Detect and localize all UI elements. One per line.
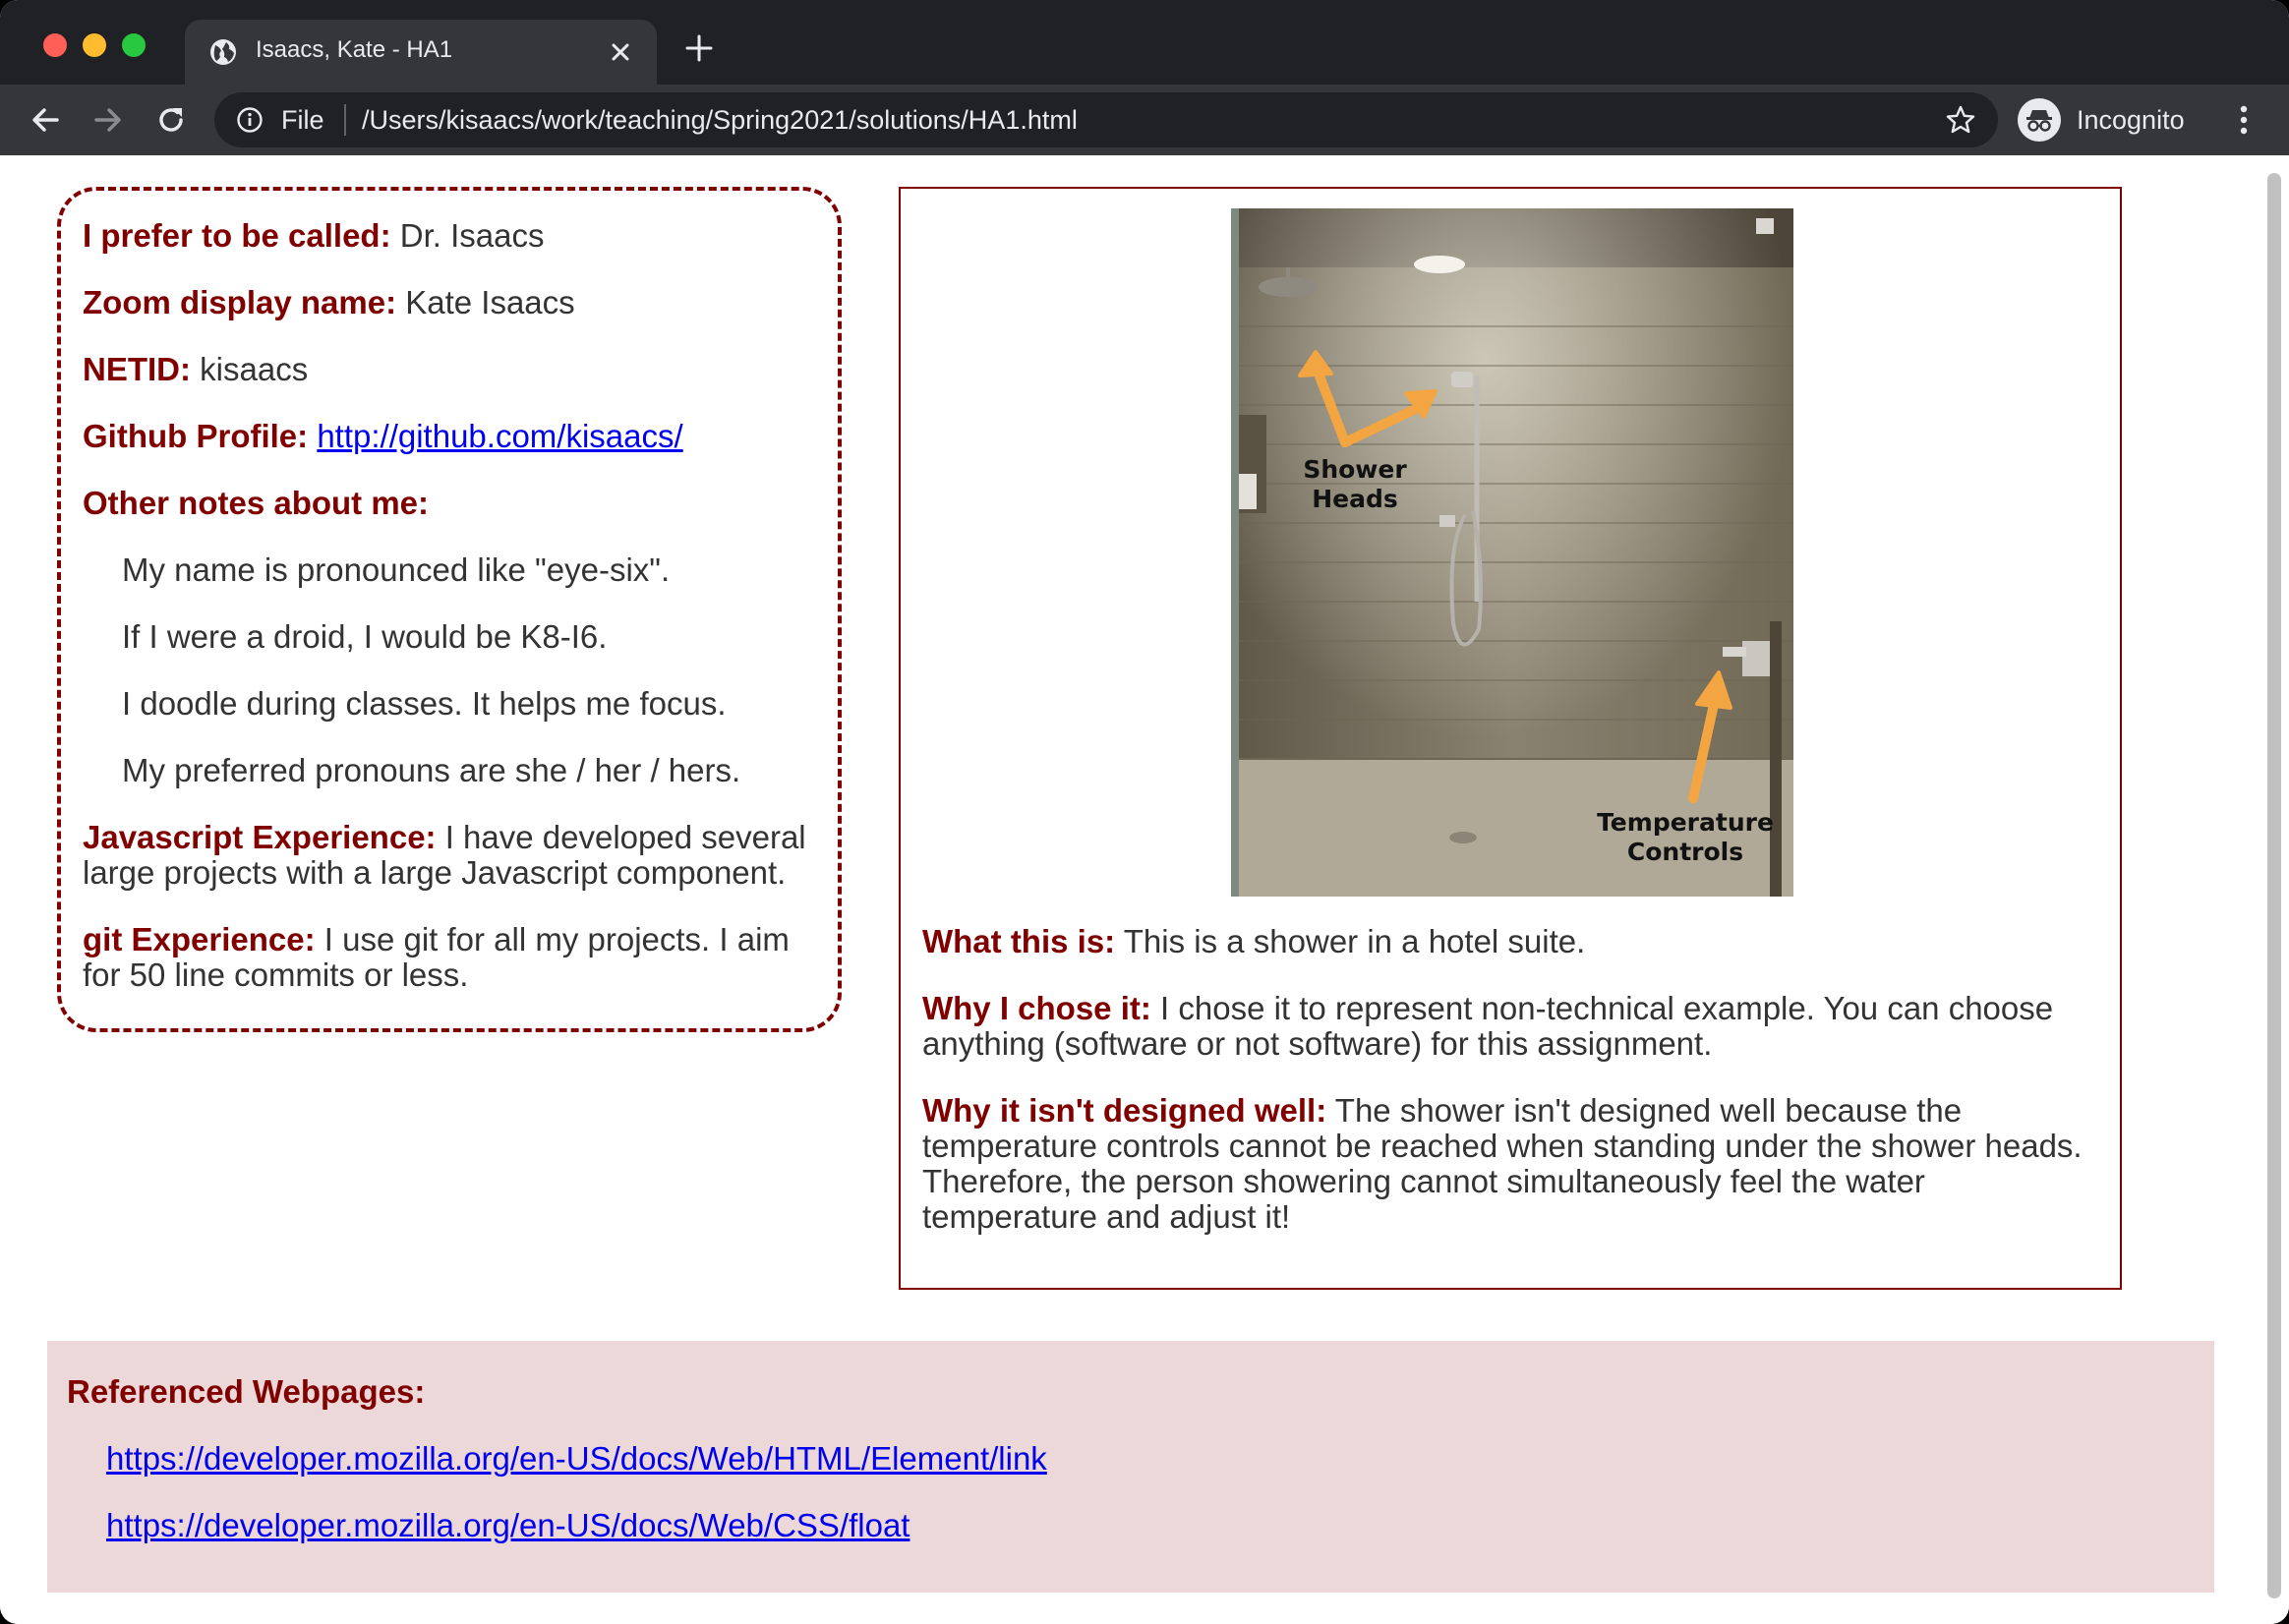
reference-link[interactable]: https://developer.mozilla.org/en-US/docs… — [106, 1440, 1047, 1477]
info-icon[interactable] — [236, 106, 264, 134]
git-experience-row: git Experience: I use git for all my pro… — [83, 922, 816, 993]
incognito-profile-button[interactable]: Incognito — [2014, 92, 2201, 147]
browser-toolbar: File /Users/kisaacs/work/teaching/Spring… — [0, 85, 2289, 155]
bookmark-star-icon[interactable] — [1945, 104, 1976, 136]
references-title: Referenced Webpages: — [67, 1373, 426, 1410]
zoom-name-value: Kate Isaacs — [405, 284, 575, 320]
js-experience-label: Javascript Experience: — [83, 819, 437, 855]
js-experience-row: Javascript Experience: I have developed … — [83, 820, 816, 891]
github-row: Github Profile: http://github.com/kisaac… — [83, 419, 816, 454]
note-item: If I were a droid, I would be K8-I6. — [122, 618, 608, 655]
new-tab-plus-icon[interactable] — [682, 31, 716, 65]
shower-heads-caption-line1: Shower — [1303, 455, 1407, 484]
shower-heads-caption-line2: Heads — [1312, 485, 1398, 513]
references-heading-row: Referenced Webpages: — [67, 1374, 2195, 1410]
zoom-name-row: Zoom display name: Kate Isaacs — [83, 285, 816, 320]
note-item: My preferred pronouns are she / her / he… — [122, 752, 741, 788]
git-experience-label: git Experience: — [83, 921, 316, 957]
zoom-window-button[interactable] — [122, 33, 146, 57]
what-value: This is a shower in a hotel suite. — [1123, 923, 1586, 959]
what-label: What this is: — [922, 923, 1116, 959]
page-scrollbar[interactable] — [2267, 173, 2281, 1598]
incognito-icon — [2018, 98, 2061, 142]
kebab-menu-icon[interactable] — [2228, 100, 2260, 140]
why-bad-label: Why it isn't designed well: — [922, 1092, 1327, 1129]
address-divider — [344, 104, 346, 136]
references-section: Referenced Webpages: https://developer.m… — [47, 1341, 2214, 1593]
notes-label: Other notes about me: — [83, 485, 430, 521]
shower-photo: Shower Heads Temperature Controls — [1231, 208, 1793, 897]
why-bad-row: Why it isn't designed well: The shower i… — [922, 1093, 2098, 1235]
why-chose-label: Why I chose it: — [922, 990, 1151, 1026]
close-window-button[interactable] — [43, 33, 67, 57]
url-text[interactable]: /Users/kisaacs/work/teaching/Spring2021/… — [362, 105, 1078, 136]
reference-link[interactable]: https://developer.mozilla.org/en-US/docs… — [106, 1507, 910, 1543]
netid-label: NETID: — [83, 351, 191, 387]
temperature-controls-caption-line1: Temperature — [1597, 808, 1774, 837]
netid-row: NETID: kisaacs — [83, 352, 816, 387]
tab-title: Isaacs, Kate - HA1 — [256, 36, 453, 63]
reference-item: https://developer.mozilla.org/en-US/docs… — [106, 1441, 2195, 1477]
url-scheme-label: File — [281, 105, 324, 135]
reference-item: https://developer.mozilla.org/en-US/docs… — [106, 1508, 2195, 1543]
notes-heading-row: Other notes about me: — [83, 486, 816, 521]
called-value: Dr. Isaacs — [399, 217, 545, 254]
github-link[interactable]: http://github.com/kisaacs/ — [317, 418, 682, 454]
zoom-name-label: Zoom display name: — [83, 284, 397, 320]
design-description: What this is: This is a shower in a hote… — [922, 924, 2098, 1266]
profile-card: I prefer to be called: Dr. Isaacs Zoom d… — [57, 187, 842, 1032]
called-label: I prefer to be called: — [83, 217, 391, 254]
reload-icon[interactable] — [153, 102, 189, 138]
called-row: I prefer to be called: Dr. Isaacs — [83, 218, 816, 254]
back-arrow-icon[interactable] — [28, 102, 63, 138]
why-chose-row: Why I chose it: I chose it to represent … — [922, 991, 2098, 1062]
temperature-controls-caption-line2: Controls — [1627, 838, 1743, 866]
forward-arrow-icon[interactable] — [90, 102, 126, 138]
github-label: Github Profile: — [83, 418, 309, 454]
minimize-window-button[interactable] — [83, 33, 106, 57]
note-item: My name is pronounced like "eye-six". — [122, 551, 671, 588]
browser-window: Isaacs, Kate - HA1 File /Users/kisaacs/w… — [0, 0, 2289, 1624]
globe-icon — [210, 39, 236, 65]
note-item: I doodle during classes. It helps me foc… — [122, 685, 727, 722]
browser-tab[interactable]: Isaacs, Kate - HA1 — [185, 20, 657, 85]
close-tab-icon[interactable] — [606, 37, 635, 67]
page-content: I prefer to be called: Dr. Isaacs Zoom d… — [0, 155, 2289, 1624]
address-bar[interactable]: File /Users/kisaacs/work/teaching/Spring… — [214, 92, 1998, 147]
netid-value: kisaacs — [200, 351, 309, 387]
what-row: What this is: This is a shower in a hote… — [922, 924, 2098, 959]
bad-design-card: Shower Heads Temperature Controls What t… — [899, 187, 2122, 1290]
tab-strip: Isaacs, Kate - HA1 — [0, 0, 2289, 85]
incognito-label: Incognito — [2077, 105, 2185, 135]
